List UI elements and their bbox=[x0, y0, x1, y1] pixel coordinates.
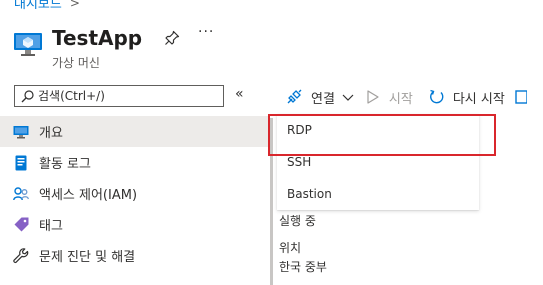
restart-button[interactable]: 다시 시작 bbox=[429, 88, 505, 107]
start-button[interactable]: 시작 bbox=[365, 88, 413, 107]
connect-label: 연결 bbox=[311, 91, 335, 107]
sidebar-item-label: 태그 bbox=[39, 219, 63, 234]
search-icon bbox=[21, 89, 34, 102]
play-icon bbox=[365, 89, 381, 105]
page-subtitle: 가상 머신 bbox=[52, 56, 100, 70]
location-label: 위치 bbox=[279, 241, 302, 255]
collapse-sidebar-button[interactable]: « bbox=[235, 86, 244, 102]
chevron-down-icon bbox=[341, 89, 357, 105]
search-input[interactable] bbox=[38, 89, 218, 103]
page-header: TestApp 가상 머신 bbox=[13, 26, 142, 71]
activity-log-icon bbox=[12, 154, 30, 172]
restart-label: 다시 시작 bbox=[452, 91, 505, 107]
sidebar-item-overview[interactable]: 개요 bbox=[0, 116, 268, 147]
people-icon bbox=[12, 185, 30, 203]
more-options-icon[interactable]: ··· bbox=[198, 24, 214, 40]
vm-monitor-icon bbox=[12, 123, 30, 141]
sidebar-item-access-control[interactable]: 액세스 제어(IAM) bbox=[0, 178, 268, 209]
restart-icon bbox=[429, 89, 445, 105]
sidebar-item-diagnose[interactable]: 문제 진단 및 해결 bbox=[0, 240, 268, 271]
sidebar-item-activity-log[interactable]: 활동 로그 bbox=[0, 147, 268, 178]
breadcrumb: 대시보드 > bbox=[14, 0, 80, 12]
command-bar: 연결 시작 다시 시작 bbox=[286, 86, 531, 108]
stop-button[interactable] bbox=[515, 89, 531, 105]
start-label: 시작 bbox=[388, 91, 413, 107]
status-value: 실행 중 bbox=[279, 214, 316, 228]
virtual-machine-icon bbox=[14, 33, 42, 56]
page-title: TestApp bbox=[52, 26, 143, 50]
sidebar-item-label: 문제 진단 및 해결 bbox=[39, 250, 136, 265]
sidebar-item-label: 활동 로그 bbox=[39, 157, 91, 172]
menu-item-bastion[interactable]: Bastion bbox=[277, 178, 479, 210]
stop-icon bbox=[515, 89, 531, 105]
tag-icon bbox=[12, 216, 30, 234]
sidebar-item-tags[interactable]: 태그 bbox=[0, 209, 268, 240]
connect-button[interactable]: 연결 bbox=[286, 88, 357, 107]
pin-icon[interactable] bbox=[164, 30, 180, 46]
sidebar-item-label: 개요 bbox=[39, 126, 63, 141]
plug-icon bbox=[286, 89, 302, 105]
location-value: 한국 중부 bbox=[279, 260, 327, 274]
sidebar-item-label: 액세스 제어(IAM) bbox=[39, 188, 138, 203]
breadcrumb-link[interactable]: 대시보드 bbox=[14, 0, 62, 12]
sidebar: 개요 활동 로그 액세스 제어(IAM) 태그 문제 진단 및 해결 bbox=[0, 116, 268, 271]
rdp-highlight-box bbox=[268, 114, 496, 156]
wrench-icon bbox=[12, 247, 30, 265]
breadcrumb-separator: > bbox=[69, 0, 80, 10]
search-box[interactable] bbox=[14, 85, 224, 107]
